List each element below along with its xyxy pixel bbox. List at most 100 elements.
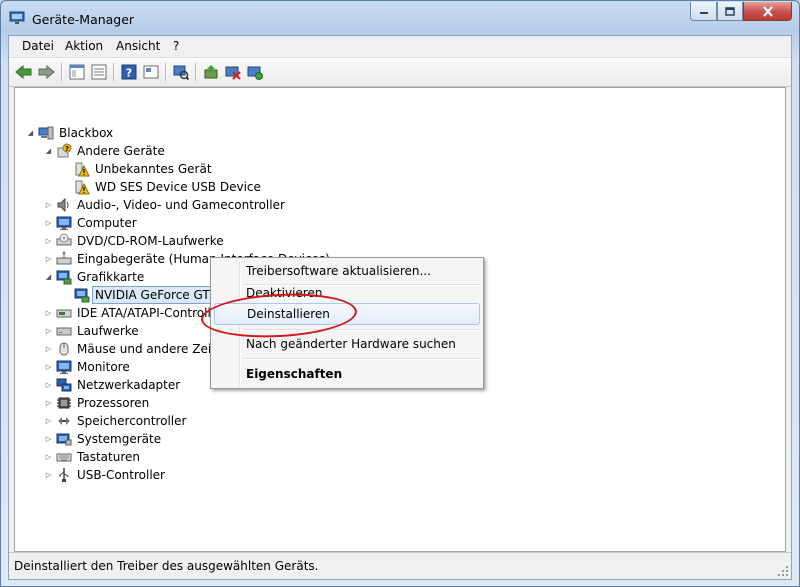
tree-node[interactable]: WD SES Device USB Device (62, 178, 262, 196)
menu-ansicht[interactable]: Ansicht (116, 39, 160, 53)
tree-node[interactable]: ▷ Prozessoren (44, 394, 150, 412)
ctx-uninstall[interactable]: Deinstallieren (214, 303, 480, 325)
collapsed-triangle-icon[interactable]: ▷ (44, 466, 53, 484)
ide-controller-icon (56, 309, 72, 318)
expanded-triangle-icon[interactable]: ◢ (26, 124, 35, 142)
tree-node[interactable]: ◢? Andere Geräte (44, 142, 166, 160)
tree-node-label: Netzwerkadapter (77, 378, 181, 392)
status-text: Deinstalliert den Treiber des ausgewählt… (14, 559, 319, 573)
close-icon (762, 5, 773, 17)
ctx-update-driver[interactable]: Treibersoftware aktualisieren... (214, 260, 480, 282)
tree-node-label: Tastaturen (77, 450, 140, 464)
ctx-separator (243, 329, 480, 331)
expanded-triangle-icon[interactable]: ◢ (44, 142, 53, 160)
tree-node[interactable]: ◢ Blackbox (26, 124, 114, 142)
tree-node[interactable]: ▷ USB-Controller (44, 466, 166, 484)
uninstall-button[interactable] (223, 62, 243, 82)
tree-node[interactable]: ▷ Netzwerkadapter (44, 376, 181, 394)
tree-node-label: Systemgeräte (77, 432, 162, 446)
toolbar: ? (9, 57, 791, 87)
tree-node[interactable]: ◢ Grafikkarte (44, 268, 145, 286)
collapsed-triangle-icon[interactable]: ▷ (44, 358, 53, 376)
expanded-triangle-icon[interactable]: ◢ (44, 268, 53, 286)
warning-device-icon (75, 162, 90, 177)
mouse-icon (59, 342, 69, 356)
tree-node[interactable]: ▷ Systemgeräte (44, 430, 162, 448)
menu-help[interactable]: ? (173, 39, 179, 53)
tree-node-label: Grafikkarte (77, 270, 145, 284)
help-button[interactable]: ? (119, 62, 139, 82)
update-driver-button[interactable] (201, 62, 221, 82)
usb-icon (59, 468, 69, 482)
collapsed-triangle-icon[interactable]: ▷ (44, 250, 53, 268)
forward-button[interactable] (36, 62, 56, 82)
collapsed-triangle-icon[interactable]: ▷ (44, 214, 53, 232)
back-icon (15, 65, 32, 79)
view-button[interactable] (89, 62, 109, 82)
title-bar[interactable]: Geräte-Manager (1, 1, 799, 35)
scan-hardware-button[interactable] (171, 62, 191, 82)
view-icon (91, 64, 107, 80)
toolbar-separator (61, 63, 63, 81)
collapsed-triangle-icon[interactable]: ▷ (44, 430, 53, 448)
menu-bar: Datei Aktion Ansicht ? (9, 36, 791, 57)
close-button[interactable] (743, 2, 792, 21)
collapsed-triangle-icon[interactable]: ▷ (44, 232, 53, 250)
tree-node[interactable]: Unbekanntes Gerät (62, 160, 213, 178)
tree-node-label: Computer (77, 216, 137, 230)
collapsed-triangle-icon[interactable]: ▷ (44, 448, 53, 466)
maximize-button[interactable] (717, 2, 743, 21)
monitor-icon (56, 216, 72, 230)
update-driver-icon (204, 65, 218, 79)
collapsed-triangle-icon[interactable]: ▷ (44, 304, 53, 322)
toolbar-separator (195, 63, 197, 81)
system-device-icon (56, 433, 72, 446)
tree-node-label: Unbekanntes Gerät (95, 162, 212, 176)
uninstall-icon (225, 66, 241, 80)
collapsed-triangle-icon[interactable]: ▷ (44, 340, 53, 358)
display-adapter-icon (56, 270, 72, 285)
tree-node[interactable]: ▷ IDE ATA/ATAPI-Controller (44, 304, 224, 322)
collapsed-triangle-icon[interactable]: ▷ (44, 196, 53, 214)
collapsed-triangle-icon[interactable]: ▷ (44, 376, 53, 394)
tree-node-label: DVD/CD-ROM-Laufwerke (77, 234, 224, 248)
enable-device-icon (247, 66, 263, 80)
collapsed-triangle-icon[interactable]: ▷ (44, 412, 53, 430)
tree-node[interactable]: ▷ Computer (44, 214, 138, 232)
speaker-icon (57, 197, 69, 213)
properties-button[interactable] (67, 62, 87, 82)
tree-node-label: USB-Controller (77, 468, 165, 482)
minimize-button[interactable] (690, 2, 717, 21)
tree-node-label: WD SES Device USB Device (95, 180, 261, 194)
processor-icon (57, 397, 71, 409)
back-button[interactable] (14, 62, 34, 82)
window-title: Geräte-Manager (32, 12, 135, 27)
svg-text:?: ? (126, 67, 132, 80)
tree-node[interactable]: ▷ Tastaturen (44, 448, 141, 466)
tree-node[interactable]: ▷ Monitore (44, 358, 131, 376)
menu-datei[interactable]: Datei (22, 39, 54, 53)
tree-node-label: Monitore (77, 360, 130, 374)
ctx-disable[interactable]: Deaktivieren (214, 282, 480, 304)
ctx-properties[interactable]: Eigenschaften (214, 363, 480, 385)
tree-node[interactable]: ▷ DVD/CD-ROM-Laufwerke (44, 232, 225, 250)
tree-node[interactable]: ▷ Laufwerke (44, 322, 140, 340)
ctx-separator (243, 358, 480, 360)
console-button[interactable] (141, 62, 161, 82)
collapsed-triangle-icon[interactable]: ▷ (44, 394, 53, 412)
console-icon (143, 65, 159, 79)
collapsed-triangle-icon[interactable]: ▷ (44, 322, 53, 340)
ctx-scan-hardware[interactable]: Nach geänderter Hardware suchen (214, 333, 480, 355)
device-manager-window: Geräte-Manager Datei Aktion Ansicht ? ? … (0, 0, 800, 587)
enable-device-button[interactable] (245, 62, 265, 82)
tree-node[interactable]: ▷ Speichercontroller (44, 412, 187, 430)
properties-icon (69, 64, 85, 80)
resize-grip-icon[interactable] (777, 565, 789, 577)
tree-node-label: Audio-, Video- und Gamecontroller (77, 198, 285, 212)
tree-node[interactable]: ▷ Audio-, Video- und Gamecontroller (44, 196, 286, 214)
menu-aktion[interactable]: Aktion (65, 39, 103, 53)
maximize-icon (725, 6, 735, 16)
